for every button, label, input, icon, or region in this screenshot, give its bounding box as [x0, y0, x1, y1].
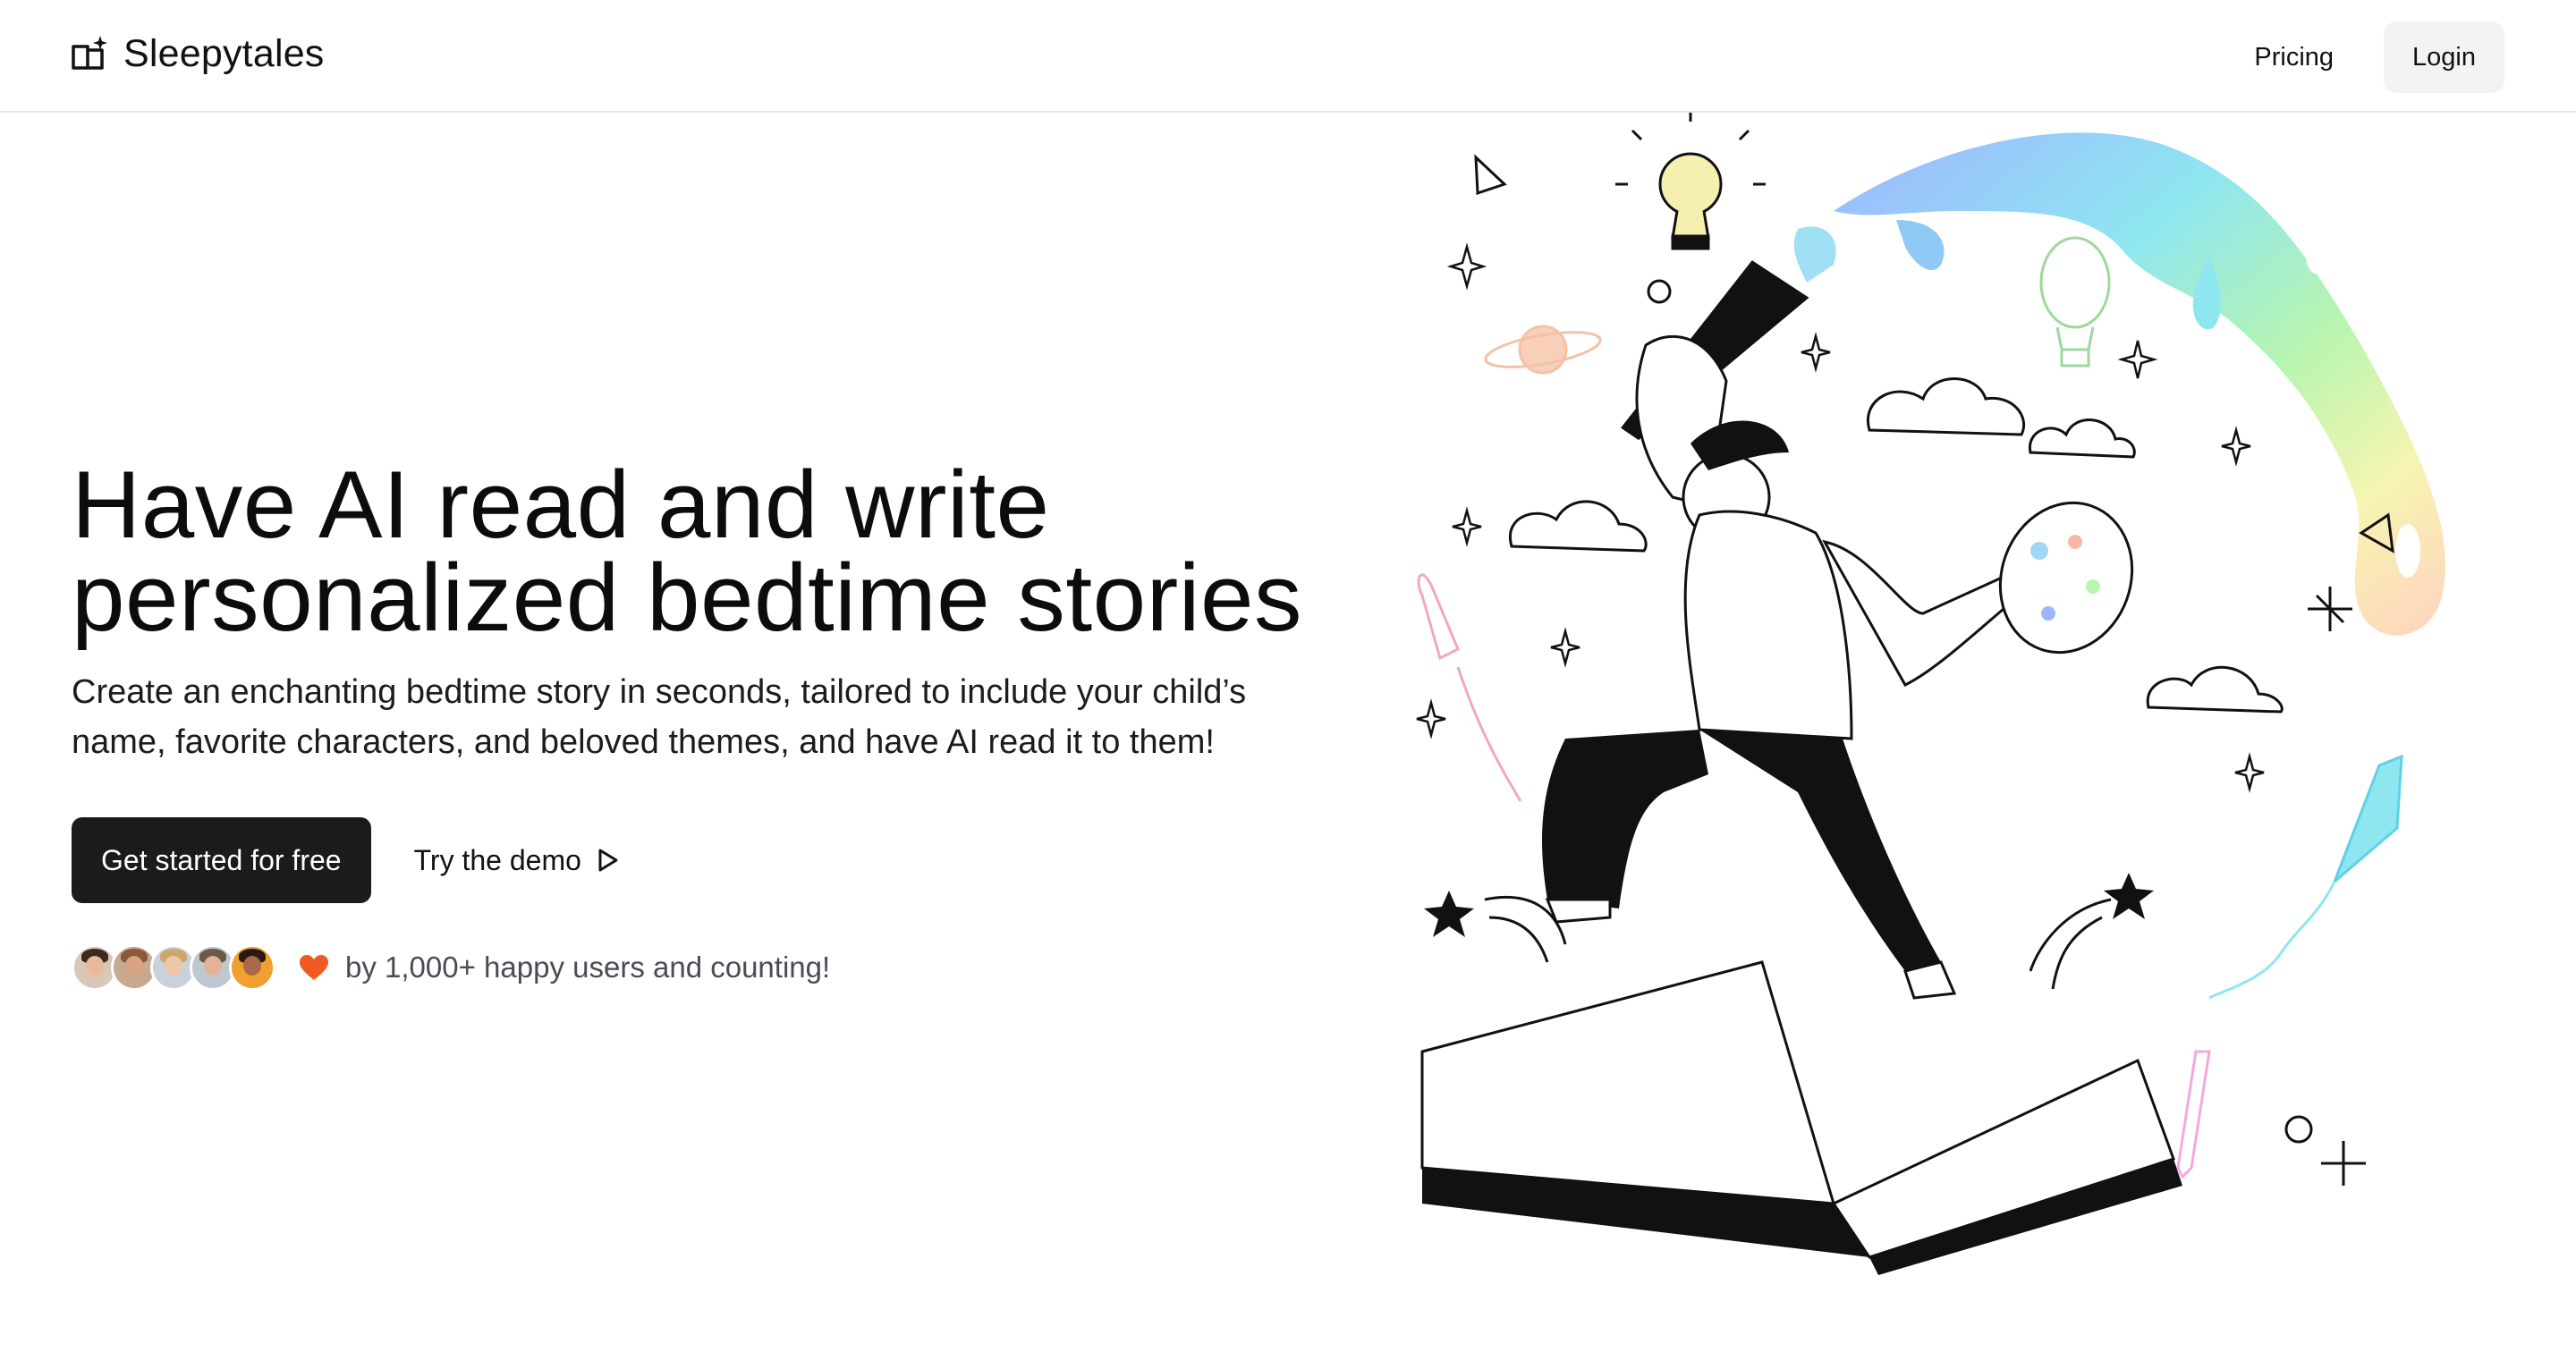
hero-section: Have AI read and write personalized bedt…: [72, 457, 1360, 767]
open-book-sparkle-icon: [72, 35, 107, 70]
crosses: [2308, 587, 2366, 1186]
hero-headline: Have AI read and write personalized bedt…: [72, 457, 1360, 646]
play-outline-icon: [598, 849, 618, 872]
avatar: [229, 944, 275, 991]
light-bulb-icon: [1615, 113, 1766, 250]
hero-subtext: Create an enchanting bedtime story in se…: [72, 673, 1247, 761]
brand-name: Sleepytales: [123, 32, 325, 75]
hero-illustration: [1416, 113, 2445, 1275]
brand-logo[interactable]: Sleepytales: [70, 32, 325, 76]
planet-icon: [1484, 325, 1602, 375]
heart-icon: [300, 955, 328, 980]
pricing-link[interactable]: Pricing: [2234, 25, 2353, 90]
paint-splash: [1834, 132, 2445, 636]
headline-line-1: Have AI read and write: [72, 451, 1050, 558]
pencil-icon: [2176, 1050, 2211, 1179]
login-button[interactable]: Login: [2384, 21, 2504, 93]
try-demo-label: Try the demo: [413, 843, 581, 876]
try-demo-button[interactable]: Try the demo: [414, 844, 619, 877]
shooting-stars: [1424, 873, 2154, 990]
get-started-button[interactable]: Get started for free: [72, 817, 371, 903]
user-avatars: [72, 944, 275, 991]
open-book-icon: [1420, 960, 2182, 1275]
headline-line-2: personalized bedtime stories: [72, 544, 1303, 651]
kite-icon: [2208, 754, 2403, 1000]
balloon-icon: [2039, 236, 2111, 368]
rocket-icon: [1417, 573, 1522, 802]
cta-row: Get started for free Try the demo: [72, 817, 619, 903]
social-proof-text: by 1,000+ happy users and counting!: [345, 951, 831, 984]
nav-actions: Pricing Login: [2234, 21, 2504, 93]
social-proof: by 1,000+ happy users and counting!: [72, 944, 830, 991]
top-navbar: Sleepytales Pricing Login: [0, 0, 2576, 113]
